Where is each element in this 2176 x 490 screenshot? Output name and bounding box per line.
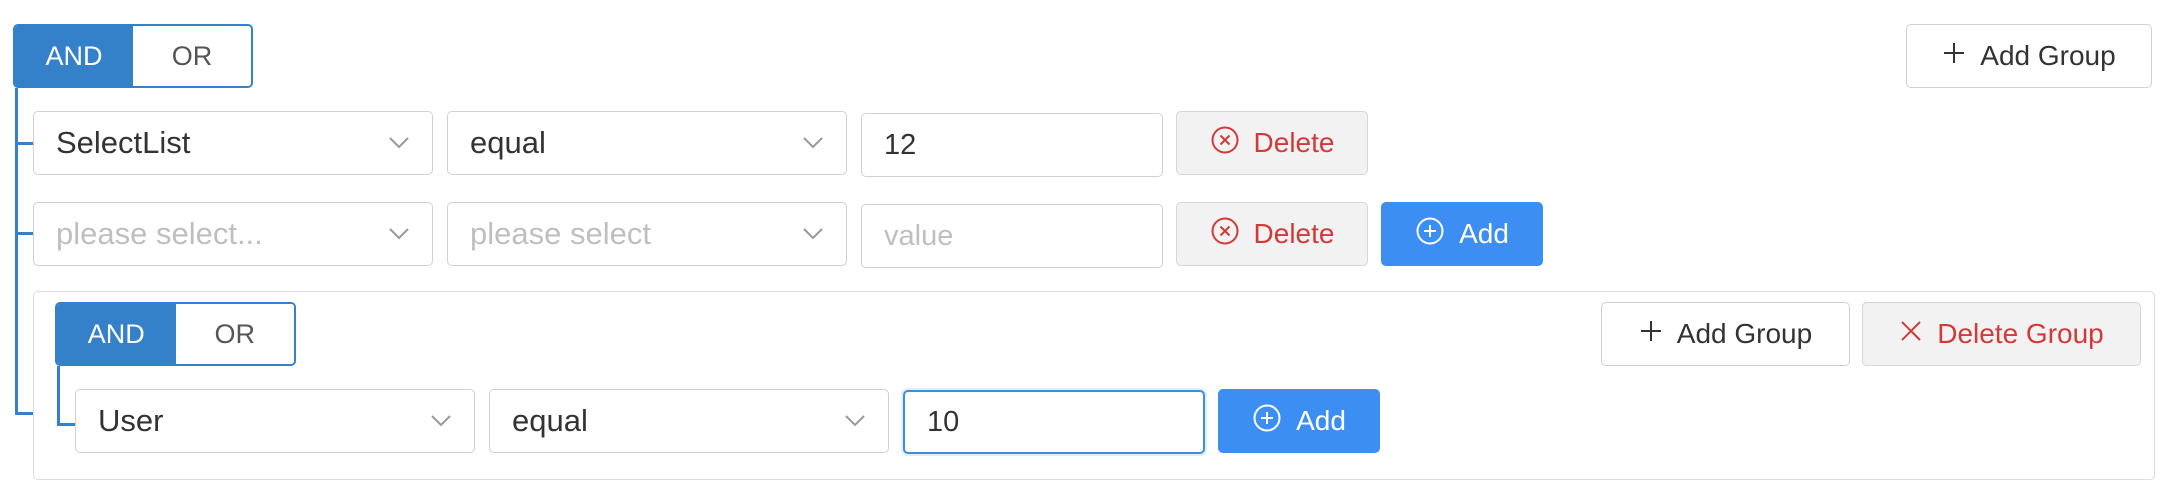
delete-label: Delete — [1253, 218, 1335, 249]
nested-tree-vertical-line — [57, 366, 60, 426]
rule-2-delete-button[interactable]: Delete — [1176, 202, 1368, 266]
add-label: Add — [1296, 405, 1346, 436]
x-icon — [1899, 318, 1923, 350]
rule-2-field-select[interactable]: please select... — [33, 202, 433, 266]
chevron-down-icon — [388, 223, 410, 245]
add-group-label: Add Group — [1676, 318, 1813, 349]
root-add-group-button[interactable]: Add Group — [1906, 24, 2152, 88]
root-and-option[interactable]: AND — [15, 26, 133, 86]
root-tree-branch-2 — [15, 232, 33, 235]
rule-1-operator-select[interactable]: equal — [447, 111, 847, 175]
root-or-option[interactable]: OR — [133, 26, 251, 86]
add-label: Add — [1459, 218, 1509, 249]
nested-rule-operator-value: equal — [512, 403, 588, 438]
add-group-label: Add Group — [1980, 40, 2116, 71]
root-tree-branch-1 — [15, 142, 33, 145]
chevron-down-icon — [388, 132, 410, 154]
nested-add-group-button[interactable]: Add Group — [1601, 302, 1850, 366]
chevron-down-icon — [802, 223, 824, 245]
rule-1-field-select[interactable]: SelectList — [33, 111, 433, 175]
rule-2-operator-placeholder: please select — [470, 216, 651, 251]
rule-2-value-input[interactable]: value — [861, 204, 1163, 268]
circle-plus-icon — [1415, 216, 1445, 253]
nested-rule-add-button[interactable]: Add — [1218, 389, 1380, 453]
circle-x-icon — [1210, 216, 1240, 253]
rule-1-value-text: 12 — [884, 128, 917, 161]
nested-rule-value-text: 10 — [927, 405, 960, 438]
rule-2-field-placeholder: please select... — [56, 216, 263, 251]
rule-1-value-input[interactable]: 12 — [861, 113, 1163, 177]
nested-rule-operator-select[interactable]: equal — [489, 389, 889, 453]
circle-x-icon — [1210, 125, 1240, 162]
circle-plus-icon — [1252, 403, 1282, 440]
rule-2-operator-select[interactable]: please select — [447, 202, 847, 266]
rule-1-field-value: SelectList — [56, 125, 191, 160]
nested-and-option[interactable]: AND — [57, 304, 176, 364]
nested-tree-branch — [57, 423, 75, 426]
nested-rule-field-value: User — [98, 403, 164, 438]
rule-2-value-placeholder: value — [884, 219, 954, 252]
nested-logic-toggle: AND OR — [55, 302, 296, 366]
nested-rule-value-input[interactable]: 10 — [903, 390, 1205, 454]
nested-delete-group-button[interactable]: Delete Group — [1862, 302, 2141, 366]
root-logic-toggle: AND OR — [13, 24, 253, 88]
chevron-down-icon — [430, 410, 452, 432]
delete-label: Delete — [1253, 127, 1335, 158]
chevron-down-icon — [802, 132, 824, 154]
plus-icon — [1639, 318, 1663, 350]
delete-group-label: Delete Group — [1937, 318, 2104, 349]
chevron-down-icon — [844, 410, 866, 432]
rule-2-add-button[interactable]: Add — [1381, 202, 1543, 266]
root-tree-branch-3 — [15, 412, 33, 415]
rule-1-delete-button[interactable]: Delete — [1176, 111, 1368, 175]
plus-icon — [1942, 40, 1966, 72]
nested-rule-field-select[interactable]: User — [75, 389, 475, 453]
rule-1-operator-value: equal — [470, 125, 546, 160]
nested-or-option[interactable]: OR — [175, 304, 294, 364]
root-tree-vertical-line — [15, 88, 18, 414]
